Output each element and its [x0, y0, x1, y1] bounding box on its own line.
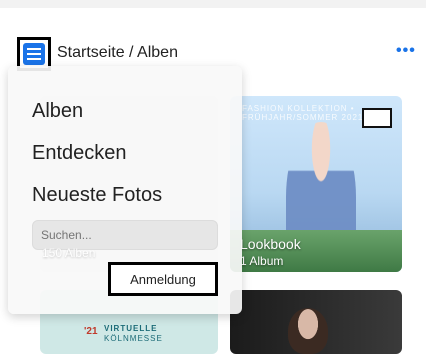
- login-button[interactable]: Anmeldung: [108, 262, 218, 296]
- menu-item-discover[interactable]: Entdecken: [32, 142, 127, 165]
- menu-item-albums[interactable]: Alben: [32, 100, 83, 123]
- cover-text-virtuelle: VIRTUELLE: [104, 324, 158, 333]
- album-count: 1 Album: [240, 254, 284, 268]
- app-window: FASHION KOLLEKTION • FRÜHJAHR/SOMMER 202…: [0, 0, 426, 354]
- album-title: Lookbook: [240, 236, 301, 252]
- hamburger-icon: [23, 43, 45, 65]
- album-card[interactable]: [230, 290, 402, 354]
- more-options-button[interactable]: •••: [396, 42, 416, 60]
- album-cover-image: [288, 308, 328, 354]
- top-bar: Startseite / Alben •••: [0, 34, 426, 71]
- navigation-menu: Alben Entdecken Neueste Fotos 150 Alben …: [8, 66, 242, 314]
- cover-number: '21: [84, 326, 98, 337]
- breadcrumb: Startseite / Alben: [57, 44, 178, 61]
- cover-headline: FASHION KOLLEKTION • FRÜHJAHR/SOMMER 202…: [242, 104, 364, 122]
- album-card-lookbook[interactable]: FASHION KOLLEKTION • FRÜHJAHR/SOMMER 202…: [230, 96, 402, 272]
- album-count: 150 Alben: [42, 246, 96, 260]
- menu-item-newest-photos[interactable]: Neueste Fotos: [32, 184, 162, 207]
- cover-text-koelnmesse: KÖLNMESSE: [104, 334, 163, 343]
